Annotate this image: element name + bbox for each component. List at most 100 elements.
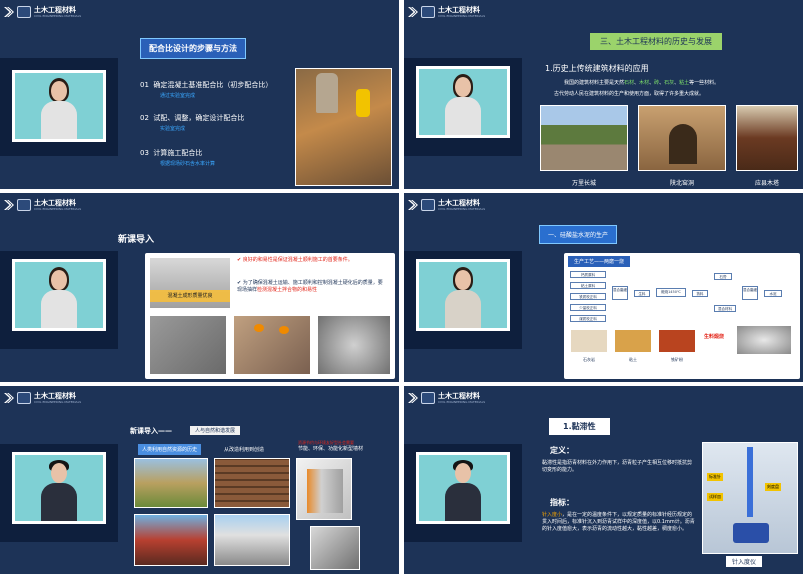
presenter-video[interactable] xyxy=(12,259,106,331)
iron-powder-photo xyxy=(658,329,696,353)
step-1: 01 确定混凝土基准配合比（初步配合比） 通过实验室完成 xyxy=(140,81,273,99)
section-title: 三、土木工程材料的历史与发展 xyxy=(590,33,722,50)
double-chevron-icon xyxy=(4,200,14,210)
logo-text: 土木工程材料 xyxy=(34,199,76,207)
device-caption: 针入度仪 xyxy=(726,556,763,567)
logo-subtext: CIVIL ENGINEERING MATERIALS xyxy=(438,14,486,18)
double-chevron-icon xyxy=(408,200,418,210)
input-4: 少量校正料 xyxy=(570,304,606,311)
presenter-avatar xyxy=(443,459,483,521)
double-chevron-icon xyxy=(4,393,14,403)
input-1: 钙质原料 xyxy=(570,271,606,278)
slide-5[interactable]: 土木工程材料 CIVIL ENGINEERING MATERIALS 新课导入——… xyxy=(0,386,399,574)
building-logo-icon xyxy=(421,392,435,404)
slide-2[interactable]: 土木工程材料 CIVIL ENGINEERING MATERIALS 三、土木工程… xyxy=(404,0,803,189)
site-photo-1 xyxy=(149,315,227,375)
diagram-title: 生产工艺——两磨一烧 xyxy=(568,256,631,267)
label-needle: 标准针 xyxy=(707,473,723,481)
logo-subtext: CIVIL ENGINEERING MATERIALS xyxy=(34,400,82,404)
bullet-1: ✔ 良好的和易性是保证混凝土顺利施工的首要条件。 xyxy=(237,257,353,263)
double-chevron-icon xyxy=(408,393,418,403)
photo-label: 混凝土成形质量优良 xyxy=(150,290,230,302)
wooden-pagoda-photo xyxy=(736,105,798,171)
caption-iron: 铁矿粉 xyxy=(671,357,683,362)
logo: 土木工程材料 CIVIL ENGINEERING MATERIALS xyxy=(4,392,81,404)
caption-great-wall: 万里长城 xyxy=(571,180,596,187)
grass-hut-photo xyxy=(134,458,208,508)
step-grind-2: 混合磨细 xyxy=(742,286,758,300)
slide-6[interactable]: 土木工程材料 CIVIL ENGINEERING MATERIALS 1.黏滞性 … xyxy=(404,386,803,574)
caption-limestone: 石灰岩 xyxy=(583,357,595,362)
step-clinker: 熟料 xyxy=(692,290,708,297)
index-text: 针入度小，是在一定的温度条件下，以规定质量的标准针经历规定的贯入时间后，标准针沉… xyxy=(542,512,695,532)
concrete-photo: 混凝土成形质量优良 xyxy=(149,257,231,309)
presenter-video[interactable] xyxy=(416,259,510,331)
raw-calcine-label: 生料煅烧 xyxy=(704,334,725,340)
step-2: 02 试配、调整，确定设计配合比 实验室完成 xyxy=(140,114,245,132)
logo: 土木工程材料 CIVIL ENGINEERING MATERIALS xyxy=(408,199,485,211)
presenter-avatar xyxy=(39,266,79,328)
label-dial: 刻度盘 xyxy=(765,483,781,491)
presenter-avatar xyxy=(39,77,79,139)
additive-gypsum: 石膏 xyxy=(714,273,732,280)
step-3: 03 计算施工配合比 根据现场砂石含水率计算 xyxy=(140,149,216,167)
slide-title: 配合比设计的步骤与方法 xyxy=(140,38,246,59)
building-logo-icon xyxy=(17,199,31,211)
logo: 土木工程材料 CIVIL ENGINEERING MATERIALS xyxy=(408,6,485,18)
content-card: 混凝土成形质量优良 ✔ 良好的和易性是保证混凝土顺利施工的首要条件。 ✔ 为了确… xyxy=(145,253,395,379)
building-logo-icon xyxy=(17,392,31,404)
presenter-avatar xyxy=(39,459,79,521)
brick-wall-photo xyxy=(214,458,290,508)
slide-title: 新课导入—— xyxy=(130,427,172,435)
slide-4[interactable]: 土木工程材料 CIVIL ENGINEERING MATERIALS 一、硅酸盐水… xyxy=(404,193,803,382)
site-photo-2 xyxy=(233,315,311,375)
logo-text: 土木工程材料 xyxy=(438,6,480,14)
logo-text: 土木工程材料 xyxy=(34,6,76,14)
double-chevron-icon xyxy=(408,7,418,17)
section-title: 一、硅酸盐水泥的生产 xyxy=(539,225,618,244)
definition-text: 黏滞性是指沥青材料在外力作用下，沥青粒子产生相互位移时抵抗剪切变形的能力。 xyxy=(542,460,693,473)
label-transform: 从改造利用到创造 xyxy=(224,447,265,453)
process-diagram: 生产工艺——两磨一烧 钙质原料 粘土原料 铁质校正料 少量校正料 煤质校正料 混… xyxy=(564,253,800,379)
logo-text: 土木工程材料 xyxy=(438,199,480,207)
label-dish: 试样皿 xyxy=(707,493,723,501)
heading: 1.历史上传统建筑材料的应用 xyxy=(545,64,649,73)
label-resource: 资源节约与环境友好型社会需要 节能、环保、功能化新型墙材 xyxy=(298,440,364,452)
logo-subtext: CIVIL ENGINEERING MATERIALS xyxy=(438,207,486,211)
paragraph-2: 古代劳动人民在建筑材料的生产和使用方面，取得了许多重大成就。 xyxy=(554,91,705,97)
presenter-video[interactable] xyxy=(416,66,510,138)
panel-section-photo xyxy=(310,526,360,570)
penetrometer-photo: 标准针 试样皿 刻度盘 xyxy=(702,442,798,554)
logo: 土木工程材料 CIVIL ENGINEERING MATERIALS xyxy=(4,199,81,211)
slide-title: 1.黏滞性 xyxy=(549,418,610,435)
step-calcine: 煅烧1450℃ xyxy=(656,288,686,297)
logo-text: 土木工程材料 xyxy=(438,392,480,400)
presenter-video[interactable] xyxy=(12,452,106,524)
additive-mix: 混合材料 xyxy=(714,305,736,312)
logo-text: 土木工程材料 xyxy=(34,392,76,400)
logo-subtext: CIVIL ENGINEERING MATERIALS xyxy=(34,14,82,18)
slide-3[interactable]: 土木工程材料 CIVIL ENGINEERING MATERIALS 新课导入 混… xyxy=(0,193,399,382)
construction-photo xyxy=(295,68,392,186)
definition-label: 定义： xyxy=(550,446,574,455)
slide-1[interactable]: 土木工程材料 CIVIL ENGINEERING MATERIALS 配合比设计的… xyxy=(0,0,399,189)
logo: 土木工程材料 CIVIL ENGINEERING MATERIALS xyxy=(4,6,81,18)
double-chevron-icon xyxy=(4,7,14,17)
logo-subtext: CIVIL ENGINEERING MATERIALS xyxy=(34,207,82,211)
limestone-photo xyxy=(570,329,608,353)
label-history: 人类利用自然资源的历史 xyxy=(138,444,202,455)
bullet-2: ✔ 为了确保混凝土运输、施工顺利和控制混凝土硬化后的质量，要现场抽样检测混凝土拌… xyxy=(237,280,383,293)
building-logo-icon xyxy=(17,6,31,18)
input-2: 粘土原料 xyxy=(570,282,606,289)
caption-cave: 陕北窑洞 xyxy=(669,180,694,187)
presenter-video[interactable] xyxy=(416,452,510,524)
cement-powder-photo xyxy=(736,325,792,355)
caption-pagoda: 应县木塔 xyxy=(754,180,779,187)
presenter-avatar xyxy=(443,73,483,135)
wall-panel-photo xyxy=(296,458,352,520)
input-5: 煤质校正料 xyxy=(570,315,606,322)
site-photo-3 xyxy=(317,315,391,375)
logo-subtext: CIVIL ENGINEERING MATERIALS xyxy=(438,400,486,404)
step-grind-1: 混合磨细 xyxy=(612,286,628,300)
presenter-video[interactable] xyxy=(12,70,106,142)
